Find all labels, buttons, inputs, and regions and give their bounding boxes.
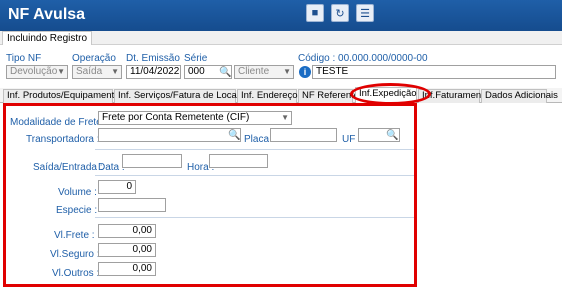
cliente-value: Cliente	[238, 66, 270, 77]
emissao-field[interactable]: 11/04/2022	[126, 65, 181, 79]
title-bar: NF Avulsa ■ ↻ ☰	[0, 0, 562, 31]
modalidade-value: Frete por Conta Remetente (CIF)	[102, 112, 250, 123]
emissao-label: Dt. Emissão	[126, 53, 180, 64]
volume-field[interactable]: 0	[98, 180, 136, 194]
search-icon[interactable]: 🔍	[219, 66, 232, 78]
vlseguro-label: Vl.Seguro :	[50, 249, 100, 260]
saida-label: Saída/Entrada :	[33, 162, 103, 173]
especie-field[interactable]	[98, 198, 166, 212]
modalidade-label: Modalidade de Frete :	[10, 117, 108, 128]
chevron-down-icon: ▼	[283, 67, 291, 76]
operacao-value: Saída	[76, 66, 103, 77]
list-icon[interactable]: ☰	[356, 4, 374, 22]
data-field[interactable]	[122, 154, 182, 168]
tab-servicos[interactable]: Inf. Serviços/Fatura de Locação	[114, 89, 252, 103]
tipo-nf-value: Devolução	[10, 66, 58, 77]
modalidade-select[interactable]: Frete por Conta Remetente (CIF) ▼	[98, 111, 292, 125]
tab-faturamento[interactable]: Inf.Faturamento	[418, 89, 489, 103]
tab-incluindo-registro[interactable]: Incluindo Registro	[2, 31, 93, 45]
cliente-select[interactable]: Cliente ▼	[234, 65, 294, 79]
refresh-icon[interactable]: ↻	[331, 4, 349, 22]
placa-field[interactable]	[270, 128, 337, 142]
tab-dados-adicionais[interactable]: Dados Adicionais	[481, 89, 558, 103]
divider	[95, 217, 415, 218]
tab-nf-referente[interactable]: NF Referente	[298, 89, 359, 103]
tab-produtos[interactable]: Inf. Produtos/Equipamentos	[3, 89, 124, 103]
expedicao-panel: Modalidade de Frete : Frete por Conta Re…	[0, 103, 562, 289]
tab-enderecos[interactable]: Inf. Endereços	[237, 89, 302, 103]
especie-label: Especie :	[56, 205, 98, 216]
search-icon[interactable]: 🔍	[386, 129, 399, 141]
vloutros-label: Vl.Outros :	[52, 268, 100, 279]
toolbar: ■ ↻ ☰	[306, 4, 374, 22]
divider	[95, 175, 415, 176]
tipo-nf-label: Tipo NF	[6, 53, 42, 64]
vlfrete-label: Vl.Frete :	[54, 230, 95, 241]
info-icon[interactable]: i	[299, 66, 311, 78]
window-title: NF Avulsa	[8, 6, 86, 23]
hora-field[interactable]	[209, 154, 268, 168]
search-icon[interactable]: 🔍	[228, 129, 241, 141]
serie-label: Série	[184, 53, 208, 64]
divider	[95, 149, 415, 150]
transportadora-field[interactable]	[98, 128, 241, 142]
vlseguro-field[interactable]: 0,00	[98, 243, 156, 257]
transportadora-label: Transportadora :	[26, 134, 100, 145]
serie-value: 000	[188, 66, 205, 77]
vloutros-field[interactable]: 0,00	[98, 262, 156, 276]
codigo-field[interactable]: TESTE	[312, 65, 556, 79]
vlfrete-field[interactable]: 0,00	[98, 224, 156, 238]
volume-label: Volume :	[58, 187, 97, 198]
codigo-label: Código : 00.000.000/0000-00	[298, 53, 428, 64]
chevron-down-icon: ▼	[111, 67, 119, 76]
tab-expedicao[interactable]: Inf.Expedição	[355, 87, 417, 104]
chevron-down-icon: ▼	[281, 113, 289, 122]
chevron-down-icon: ▼	[57, 67, 65, 76]
operacao-select[interactable]: Saída ▼	[72, 65, 122, 79]
tipo-nf-select[interactable]: Devolução ▼	[6, 65, 68, 79]
data-label: Data :	[98, 162, 125, 173]
operacao-label: Operação	[72, 53, 116, 64]
save-icon[interactable]: ■	[306, 4, 324, 22]
